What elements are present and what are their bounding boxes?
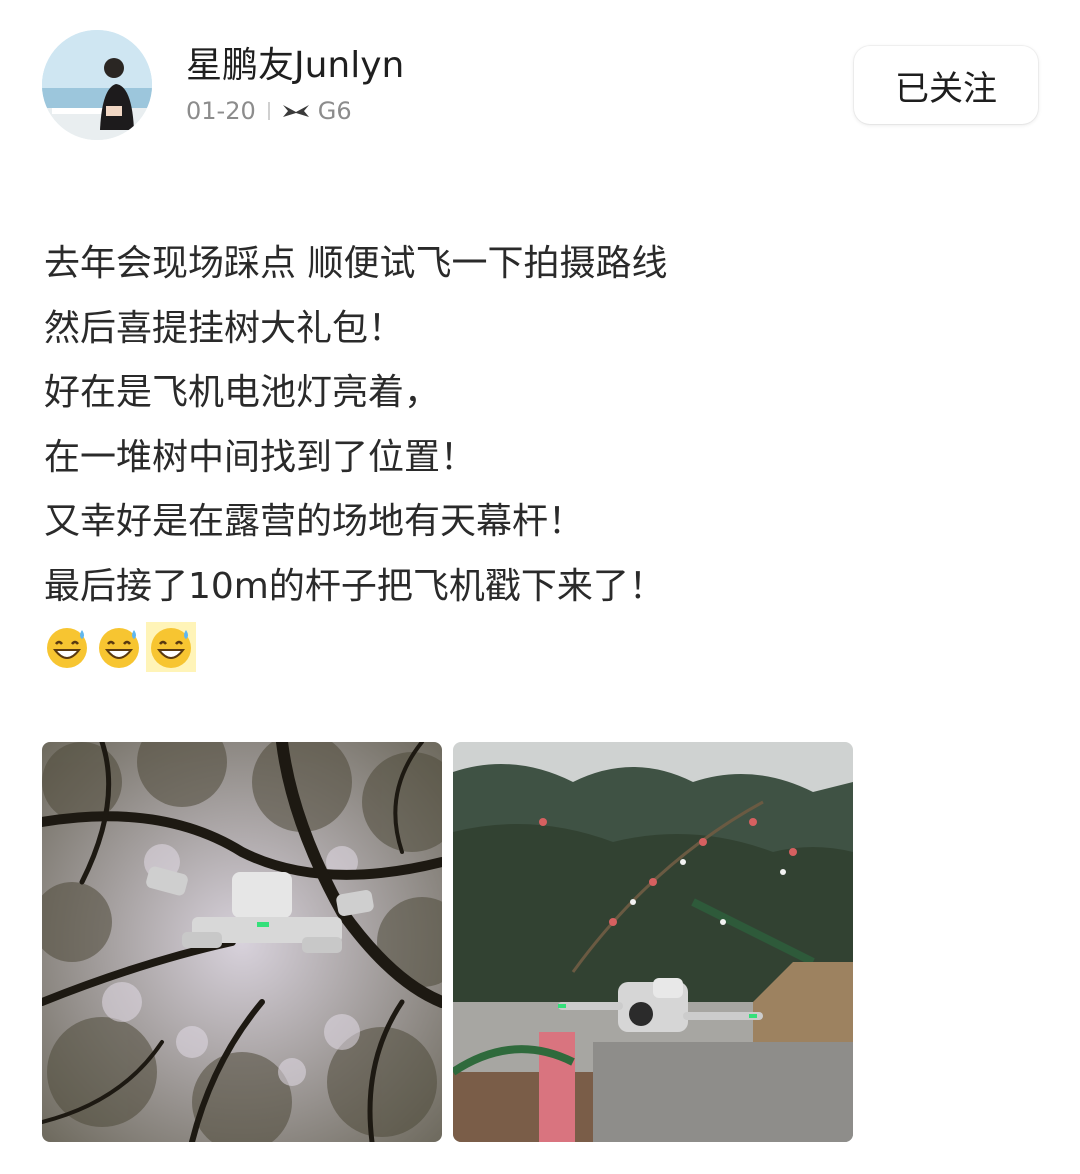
post-content: 去年会现场踩点 顺便试飞一下拍摄路线 然后喜提挂树大礼包！ 好在是飞机电池灯亮着… xyxy=(44,232,1044,673)
sweat-smile-emoji xyxy=(44,624,90,670)
xpeng-logo-icon xyxy=(282,97,310,125)
post-meta: 01-20 G6 xyxy=(186,94,352,128)
post-text-line: 去年会现场踩点 顺便试飞一下拍摄路线 xyxy=(44,243,668,284)
post-text-line: 最后接了10m的杆子把飞机戳下来了！ xyxy=(44,565,665,607)
post-date: 01-20 xyxy=(186,97,256,125)
car-model: G6 xyxy=(317,97,352,125)
sweat-smile-emoji xyxy=(96,624,142,670)
follow-button[interactable]: 已关注 xyxy=(854,46,1038,124)
sweat-smile-emoji xyxy=(146,622,196,672)
car-badge: G6 xyxy=(282,97,352,125)
avatar-image xyxy=(42,30,152,140)
post-text-line: 又幸好是在露营的场地有天幕杆！ xyxy=(44,501,585,542)
avatar[interactable] xyxy=(42,30,152,140)
post-text-line: 好在是飞机电池灯亮着， xyxy=(44,372,441,413)
drone-campsite-photo[interactable] xyxy=(453,742,853,1142)
post-text-line: 然后喜提挂树大礼包！ xyxy=(44,307,405,349)
post-text-line: 在一堆树中间找到了位置！ xyxy=(44,436,477,478)
post-header: 星鹏友Junlyn 01-20 G6 已关注 xyxy=(42,30,1038,140)
author-name[interactable]: 星鹏友Junlyn xyxy=(186,44,404,88)
drone-in-tree-photo[interactable] xyxy=(42,742,442,1142)
emoji-row xyxy=(44,621,1044,673)
meta-divider xyxy=(267,102,270,120)
photo-grid xyxy=(42,742,854,1142)
